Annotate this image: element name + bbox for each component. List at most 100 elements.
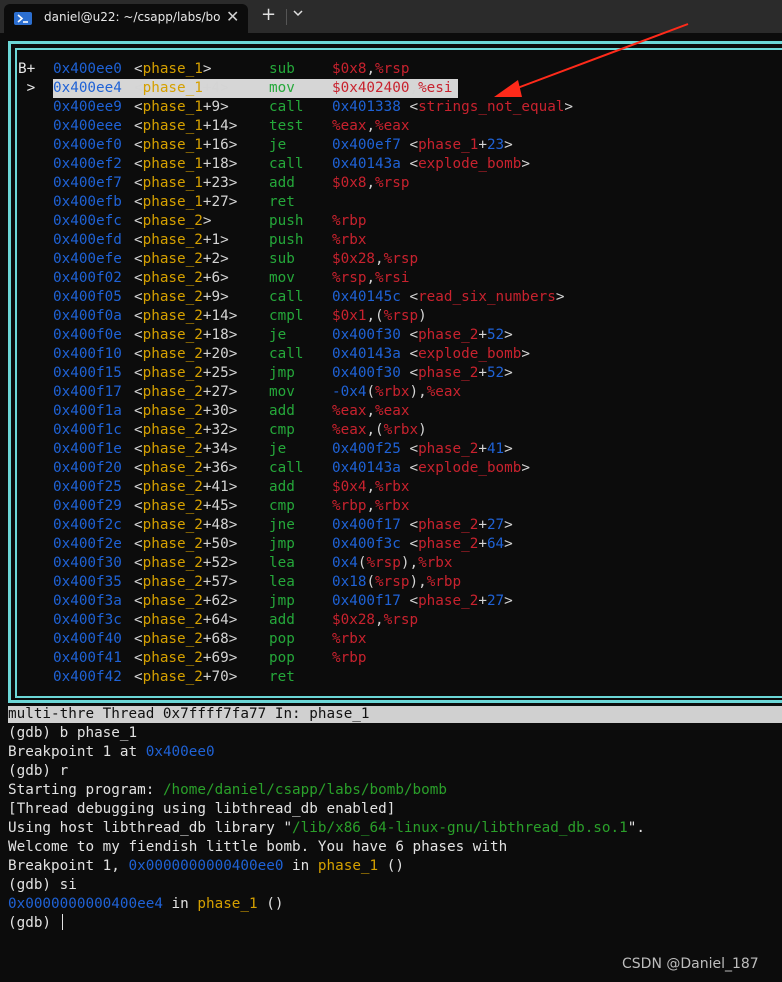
asm-row[interactable]: 0x400f20 <phase_2+36> call 0x40143a <explod… [18, 459, 778, 478]
close-tab-icon[interactable]: ✕ [226, 7, 239, 26]
new-tab-button[interactable]: + [261, 4, 276, 25]
symbol-offset: <phase_2+70> [134, 668, 237, 687]
asm-row[interactable]: 0x400f15 <phase_2+25> jmp 0x400f30 <phase_2… [18, 364, 778, 383]
function-name: phase_2 [142, 403, 203, 419]
asm-row[interactable]: 0x400ef0 <phase_1+16> je 0x400ef7 <phase_1+… [18, 136, 778, 155]
offset: > [202, 61, 212, 77]
operand-num: $0x28 [332, 251, 376, 267]
symbol-offset: <phase_2+69> [134, 649, 237, 668]
symbol-offset: <phase_2+50> [134, 535, 237, 554]
offset: +57> [202, 574, 238, 590]
asm-row[interactable]: 0x400f1a <phase_2+30> add %eax,%eax [18, 402, 778, 421]
gdb-console[interactable]: (gdb) b phase_1 Breakpoint 1 at 0x400ee0(… [8, 724, 645, 933]
operands: 0x400f3c <phase_2+64> [332, 535, 513, 554]
asm-row[interactable]: 0x400f2c <phase_2+48> jne 0x400f17 <phase_2… [18, 516, 778, 535]
function-name: phase_2 [142, 593, 203, 609]
symbol-offset: <phase_2+64> [134, 611, 237, 630]
console-text: (gdb) [8, 915, 60, 931]
angle-open: < [134, 232, 143, 248]
asm-row[interactable]: 0x400f35 <phase_2+57> lea 0x18(%rsp),%rbp [18, 573, 778, 592]
asm-row[interactable]: 0x400f25 <phase_2+41> add $0x4,%rbx [18, 478, 778, 497]
asm-row[interactable]: 0x400f17 <phase_2+27> mov -0x4(%rbx),%eax [18, 383, 778, 402]
operand-br: + [478, 517, 487, 533]
asm-row[interactable]: 0x400efd <phase_2+1> push %rbx [18, 231, 778, 250]
offset: +1> [202, 232, 229, 248]
operand-hexa: 64 [486, 536, 505, 552]
function-name: phase_2 [142, 479, 203, 495]
operand-br: < [409, 441, 419, 457]
asm-row[interactable]: 0x400ee9 <phase_1+9> call 0x401338 <strings… [18, 98, 778, 117]
operand-br: > [504, 536, 513, 552]
function-name: phase_2 [142, 384, 203, 400]
chevron-down-icon[interactable] [292, 7, 304, 23]
operands: %eax,%eax [332, 402, 409, 421]
asm-row[interactable]: 0x400f05 <phase_2+9> call 0x40145c <read_si… [18, 288, 778, 307]
operand-reg: %rbp [332, 498, 367, 514]
terminal-tab-bar: daniel@u22: ~/csapp/labs/bo ✕ + [0, 0, 782, 33]
asm-row[interactable]: 0x400f0e <phase_2+18> je 0x400f30 <phase_2+… [18, 326, 778, 345]
asm-row[interactable]: 0x400f1c <phase_2+32> cmp %eax,(%rbx) [18, 421, 778, 440]
terminal-tab[interactable]: daniel@u22: ~/csapp/labs/bo ✕ [4, 4, 248, 33]
offset: +50> [202, 536, 238, 552]
offset: +16> [202, 137, 238, 153]
angle-open: < [134, 80, 143, 96]
mnemonic: sub [269, 61, 295, 77]
instruction-address: 0x400f29 [53, 498, 122, 514]
asm-row[interactable]: 0x400f1e <phase_2+34> je 0x400f25 <phase_2+… [18, 440, 778, 459]
operands: $0x8,%rsp [332, 60, 409, 79]
asm-row[interactable]: 0x400efc <phase_2> push %rbp [18, 212, 778, 231]
symbol-offset: <phase_2+41> [134, 478, 237, 497]
operand-br: > [504, 441, 513, 457]
asm-row[interactable]: 0x400efe <phase_2+2> sub $0x28,%rsp [18, 250, 778, 269]
angle-open: < [134, 460, 143, 476]
function-name: phase_2 [142, 213, 203, 229]
asm-row[interactable]: B+ 0x400ee0 <phase_1> sub $0x8,%rsp [18, 60, 778, 79]
mnemonic: cmpl [269, 308, 304, 324]
console-text: (gdb) si [8, 877, 77, 893]
offset: +70> [202, 669, 238, 685]
console-line: Starting program: /home/daniel/csapp/lab… [8, 781, 645, 800]
tab-title: daniel@u22: ~/csapp/labs/bo [44, 10, 221, 24]
angle-open: < [134, 384, 143, 400]
symbol-offset: <phase_1+4> [134, 79, 269, 98]
asm-row[interactable]: 0x400ef2 <phase_1+18> call 0x40143a <explod… [18, 155, 778, 174]
asm-row[interactable]: 0x400ef7 <phase_1+23> add $0x8,%rsp [18, 174, 778, 193]
console-text: Using host libthread_db library " [8, 820, 293, 836]
console-line: (gdb) si [8, 876, 645, 895]
asm-row[interactable]: 0x400eee <phase_1+14> test %eax,%eax [18, 117, 778, 136]
asm-row[interactable]: 0x400f3a <phase_2+62> jmp 0x400f17 <phase_2… [18, 592, 778, 611]
offset: +14> [202, 308, 238, 324]
console-text: Breakpoint 1 at [8, 744, 146, 760]
asm-row[interactable]: 0x400f10 <phase_2+20> call 0x40143a <explod… [18, 345, 778, 364]
instruction-address: 0x400ef0 [53, 137, 122, 153]
asm-row[interactable]: 0x400f02 <phase_2+6> mov %rsp,%rsi [18, 269, 778, 288]
asm-row[interactable]: 0x400f42 <phase_2+70> ret [18, 668, 778, 687]
angle-open: < [134, 517, 143, 533]
symbol-offset: <phase_1> [134, 60, 211, 79]
instruction-address: 0x400ef7 [53, 175, 122, 191]
operands: %rbp [332, 212, 366, 231]
operand-pt: , [366, 118, 376, 134]
asm-row[interactable]: 0x400efb <phase_1+27> ret [18, 193, 778, 212]
operand-tsym: explode_bomb [418, 156, 522, 172]
function-name: phase_2 [142, 270, 203, 286]
operands: 0x400f25 <phase_2+41> [332, 440, 513, 459]
asm-row[interactable]: 0x400f40 <phase_2+68> pop %rbx [18, 630, 778, 649]
instruction-address: 0x400f35 [53, 574, 122, 590]
asm-row[interactable]: >0x400ee4 <phase_1+4> mov $0x402400,%esi [18, 79, 778, 98]
console-text: [Thread debugging using libthread_db ena… [8, 801, 396, 817]
operand-hexa: 0x40143a [332, 346, 410, 362]
operand-num: $0x402400 [332, 80, 410, 96]
offset: +4> [202, 80, 229, 96]
asm-row[interactable]: 0x400f29 <phase_2+45> cmp %rbp,%rbx [18, 497, 778, 516]
asm-row[interactable]: 0x400f41 <phase_2+69> pop %rbp [18, 649, 778, 668]
asm-row[interactable]: 0x400f3c <phase_2+64> add $0x28,%rsp [18, 611, 778, 630]
asm-row[interactable]: 0x400f0a <phase_2+14> cmpl $0x1,(%rsp) [18, 307, 778, 326]
asm-row[interactable]: 0x400f30 <phase_2+52> lea 0x4(%rsp),%rbx [18, 554, 778, 573]
operand-reg: %rsp [332, 270, 367, 286]
instruction-address: 0x400f3c [53, 612, 122, 628]
asm-row[interactable]: 0x400f2e <phase_2+50> jmp 0x400f3c <phase_2… [18, 535, 778, 554]
operand-reg: %rbp [332, 650, 367, 666]
operand-tsym: phase_2 [418, 365, 479, 381]
offset: +6> [202, 270, 229, 286]
